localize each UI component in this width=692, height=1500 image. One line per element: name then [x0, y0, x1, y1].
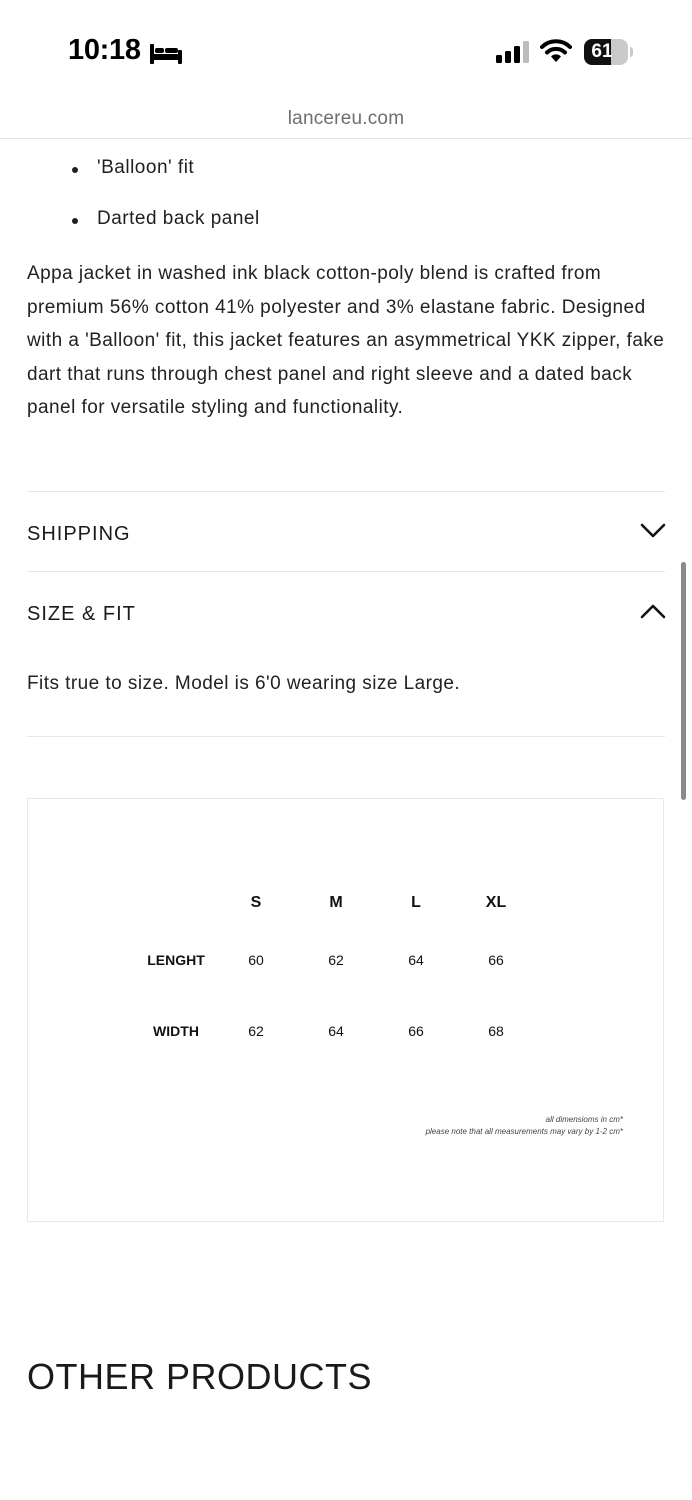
signal-icon — [496, 41, 529, 63]
table-cell: 66 — [488, 952, 504, 968]
table-cell: 64 — [408, 952, 424, 968]
size-fit-content: Fits true to size. Model is 6'0 wearing … — [27, 673, 461, 694]
divider — [27, 491, 665, 492]
row-label: WIDTH — [153, 1023, 199, 1039]
row-label: LENGHT — [147, 952, 205, 968]
dimensions-note: all dimensioms in cm* — [545, 1115, 623, 1124]
chevron-up-icon[interactable] — [640, 603, 666, 619]
status-time: 10:18 — [68, 34, 141, 66]
size-header: XL — [485, 894, 507, 911]
divider — [27, 571, 665, 572]
size-fit-accordion-title[interactable]: SIZE & FIT — [27, 603, 136, 626]
battery-level: 61 — [591, 41, 613, 62]
divider — [27, 736, 665, 737]
feature-item: Darted back panel — [72, 208, 260, 229]
size-header: M — [329, 894, 343, 911]
table-cell: 60 — [248, 952, 264, 968]
table-cell: 62 — [328, 952, 344, 968]
header-divider — [0, 138, 692, 139]
scrollbar[interactable] — [681, 562, 686, 800]
measurement-note: please note that all measurements may va… — [425, 1127, 623, 1136]
table-cell: 64 — [328, 1023, 344, 1039]
feature-item: 'Balloon' fit — [71, 157, 195, 178]
sleep-icon — [150, 44, 182, 64]
size-chart: S M L XL LENGHT 60 62 64 66 WIDTH 62 64 … — [27, 798, 664, 1222]
wifi-icon — [540, 39, 572, 62]
url-bar[interactable]: lancereu.com — [0, 108, 692, 130]
table-cell: 62 — [248, 1023, 264, 1039]
chevron-down-icon[interactable] — [640, 523, 666, 539]
other-products-heading: OTHER PRODUCTS — [27, 1356, 373, 1397]
product-description: Appa jacket in washed ink black cotton-p… — [27, 263, 665, 418]
battery-icon: 61 — [584, 39, 633, 65]
size-header: S — [250, 894, 262, 911]
table-cell: 68 — [488, 1023, 504, 1039]
shipping-accordion-title[interactable]: SHIPPING — [27, 523, 131, 546]
table-cell: 66 — [408, 1023, 424, 1039]
page: 10:18 61 lancereu.com 'Balloon' fit Dart… — [0, 0, 692, 1500]
size-header: L — [411, 894, 421, 911]
